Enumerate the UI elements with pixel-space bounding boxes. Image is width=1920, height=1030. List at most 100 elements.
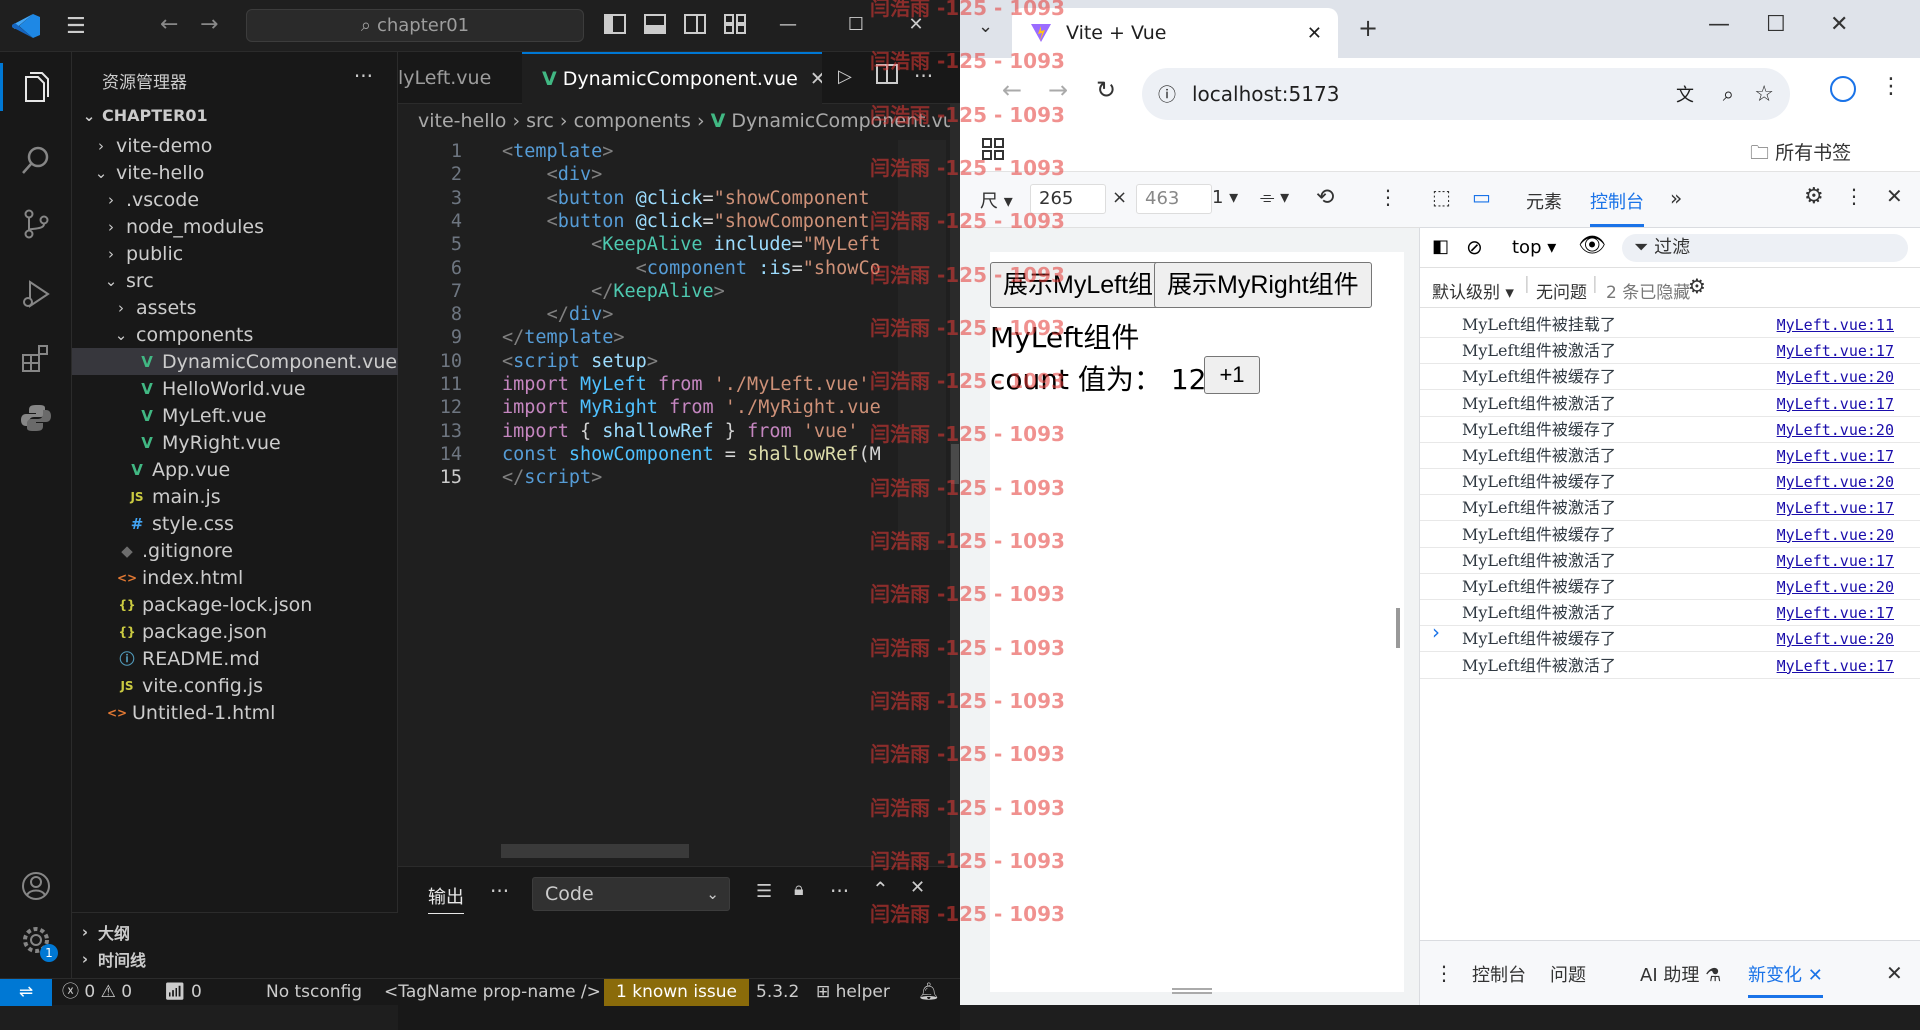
bookmark-star-icon[interactable]: ☆ bbox=[1754, 82, 1774, 107]
settings-gear-icon[interactable]: 1 bbox=[14, 918, 58, 962]
tab-elements[interactable]: 元素 bbox=[1526, 188, 1562, 214]
issues-count[interactable]: 无问题 bbox=[1536, 278, 1587, 303]
clear-console-icon[interactable]: ⊘ bbox=[1466, 235, 1483, 259]
panel-actions-more-icon[interactable]: ··· bbox=[830, 879, 849, 903]
close-tab-icon[interactable]: ✕ bbox=[1307, 23, 1322, 44]
log-source-link[interactable]: MyLeft.vue:17 bbox=[1777, 338, 1894, 364]
code-line[interactable]: 4 <button @click="showComponent bbox=[398, 210, 898, 233]
tree-item[interactable]: JS vite.config.js bbox=[72, 672, 398, 699]
new-tab-icon[interactable]: + bbox=[1358, 14, 1378, 42]
context-select[interactable]: top ▾ bbox=[1512, 237, 1556, 258]
tree-item[interactable]: ⌄ vite-hello bbox=[72, 159, 398, 186]
run-icon[interactable]: ▷ bbox=[838, 66, 852, 87]
toggle-panel-icon[interactable] bbox=[644, 14, 668, 36]
throttle-select[interactable]: ⌯ ▾ bbox=[1260, 187, 1289, 208]
close-devtools-icon[interactable]: ✕ bbox=[1886, 184, 1903, 208]
code-line[interactable]: 5 <KeepAlive include="MyLeft bbox=[398, 233, 898, 256]
tree-item[interactable]: {} package.json bbox=[72, 618, 398, 645]
tree-item[interactable]: ⌄ src bbox=[72, 267, 398, 294]
minimize-icon[interactable]: — bbox=[1708, 12, 1730, 37]
tree-item[interactable]: {} package-lock.json bbox=[72, 591, 398, 618]
known-issue-status[interactable]: 1 known issue bbox=[604, 979, 749, 1006]
tree-item[interactable]: ◆ .gitignore bbox=[72, 537, 398, 564]
tree-item[interactable]: V MyLeft.vue bbox=[72, 402, 398, 429]
log-source-link[interactable]: MyLeft.vue:17 bbox=[1777, 653, 1894, 679]
code-line[interactable]: 6 <component :is="showCo bbox=[398, 257, 898, 280]
tree-root-folder[interactable]: ⌄ CHAPTER01 bbox=[72, 99, 398, 132]
code-line[interactable]: 7 </KeepAlive> bbox=[398, 280, 898, 303]
customize-layout-icon[interactable] bbox=[724, 14, 748, 36]
code-line[interactable]: 1 <template> bbox=[398, 140, 898, 163]
tagname-status[interactable]: <TagName prop-name /> bbox=[384, 979, 601, 1006]
log-source-link[interactable]: MyLeft.vue:20 bbox=[1777, 626, 1894, 652]
minimap[interactable] bbox=[894, 140, 950, 680]
tab-myleft[interactable]: lyLeft.vue bbox=[398, 52, 518, 104]
code-line[interactable]: 10 <script setup> bbox=[398, 350, 898, 373]
browser-tab[interactable]: Vite + Vue ✕ bbox=[1012, 8, 1338, 58]
editor-more-icon[interactable]: ··· bbox=[914, 64, 933, 88]
device-toggle-icon[interactable]: ▭ bbox=[1472, 185, 1491, 209]
log-source-link[interactable]: MyLeft.vue:17 bbox=[1777, 443, 1894, 469]
rotate-icon[interactable]: ⟲ bbox=[1316, 185, 1334, 210]
command-center-search[interactable]: ⌕ chapter01 bbox=[246, 9, 584, 42]
explorer-more-icon[interactable]: ··· bbox=[354, 64, 373, 88]
device-width-input[interactable]: 265 bbox=[1030, 184, 1106, 214]
code-line[interactable]: 13 import { shallowRef } from 'vue' bbox=[398, 420, 898, 443]
explorer-icon[interactable] bbox=[14, 66, 58, 110]
search-icon[interactable] bbox=[14, 138, 58, 182]
drawer-tab-issues[interactable]: 问题 bbox=[1550, 961, 1586, 987]
panel-more-icon[interactable]: ··· bbox=[490, 879, 509, 903]
code-line[interactable]: 9 </template> bbox=[398, 326, 898, 349]
tsconfig-status[interactable]: No tsconfig bbox=[266, 979, 362, 1006]
drawer-more-icon[interactable]: ⋮ bbox=[1434, 961, 1454, 985]
split-editor-icon[interactable] bbox=[876, 64, 898, 84]
log-source-link[interactable]: MyLeft.vue:20 bbox=[1777, 574, 1894, 600]
tree-item[interactable]: V DynamicComponent.vue bbox=[72, 348, 398, 375]
lock-icon[interactable]: 🔒︎ bbox=[794, 879, 804, 900]
tree-item[interactable]: › assets bbox=[72, 294, 398, 321]
breadcrumb-item[interactable]: components bbox=[574, 110, 691, 132]
devtools-settings-gear-icon[interactable]: ⚙ bbox=[1804, 184, 1824, 209]
tab-search-icon[interactable]: ⌄ bbox=[978, 16, 993, 37]
device-mode-select[interactable]: 尺 ▾ bbox=[980, 187, 1013, 213]
menu-icon[interactable]: ☰ bbox=[66, 14, 86, 39]
close-window-icon[interactable]: ✕ bbox=[904, 14, 928, 36]
address-bar[interactable]: ⓘ localhost:5173 ⽂ ⌕ ☆ bbox=[1142, 68, 1790, 120]
breadcrumb-item[interactable]: vite-hello bbox=[418, 110, 506, 132]
tab-dynamic-component[interactable]: V DynamicComponent.vue ✕ bbox=[522, 52, 822, 104]
editor-horizontal-scrollbar[interactable] bbox=[501, 844, 689, 858]
devtools-more-icon[interactable]: ⋮ bbox=[1844, 184, 1864, 208]
back-arrow-icon[interactable]: ← bbox=[160, 12, 178, 37]
tree-item[interactable]: <> Untitled-1.html bbox=[72, 699, 398, 726]
tab-output[interactable]: 输出 bbox=[428, 883, 464, 914]
tree-item[interactable]: <> index.html bbox=[72, 564, 398, 591]
console-settings-gear-icon[interactable]: ⚙ bbox=[1688, 274, 1706, 298]
tree-item[interactable]: V MyRight.vue bbox=[72, 429, 398, 456]
sidebar-toggle-icon[interactable]: ◧ bbox=[1432, 236, 1449, 257]
code-line[interactable]: 3 <button @click="showComponent bbox=[398, 187, 898, 210]
code-editor[interactable]: 1 <template> 2 <div> 3 <button @click="show… bbox=[398, 140, 898, 680]
source-control-icon[interactable] bbox=[14, 202, 58, 246]
log-source-link[interactable]: MyLeft.vue:20 bbox=[1777, 364, 1894, 390]
log-source-link[interactable]: MyLeft.vue:17 bbox=[1777, 391, 1894, 417]
site-info-icon[interactable]: ⓘ bbox=[1158, 81, 1176, 107]
maximize-icon[interactable]: ☐ bbox=[844, 14, 868, 36]
profile-avatar-icon[interactable] bbox=[1830, 76, 1856, 102]
code-line[interactable]: 11 import MyLeft from './MyLeft.vue' bbox=[398, 373, 898, 396]
code-line[interactable]: 14 const showComponent = shallowRef(M bbox=[398, 443, 898, 466]
apps-grid-icon[interactable] bbox=[982, 138, 1004, 160]
tree-item[interactable]: › vite-demo bbox=[72, 132, 398, 159]
show-myright-button[interactable]: 展示MyRight组件 bbox=[1154, 262, 1372, 308]
maximize-icon[interactable]: ☐ bbox=[1766, 12, 1786, 37]
log-source-link[interactable]: MyLeft.vue:20 bbox=[1777, 522, 1894, 548]
tree-item[interactable]: › public bbox=[72, 240, 398, 267]
log-source-link[interactable]: MyLeft.vue:20 bbox=[1777, 469, 1894, 495]
tree-item[interactable]: ⓘ README.md bbox=[72, 645, 398, 672]
live-expression-eye-icon[interactable]: 👁︎ bbox=[1578, 233, 1606, 258]
problems-status[interactable]: ⓧ 0 ⚠ 0 bbox=[62, 979, 132, 1006]
version-status[interactable]: 5.3.2 bbox=[756, 979, 799, 1006]
tree-item[interactable]: V App.vue bbox=[72, 456, 398, 483]
breadcrumb-item[interactable]: DynamicComponent.vue bbox=[731, 110, 966, 132]
device-height-input[interactable]: 463 bbox=[1136, 184, 1212, 214]
all-bookmarks[interactable]: 🗀︎ 所有书签 bbox=[1750, 138, 1851, 171]
